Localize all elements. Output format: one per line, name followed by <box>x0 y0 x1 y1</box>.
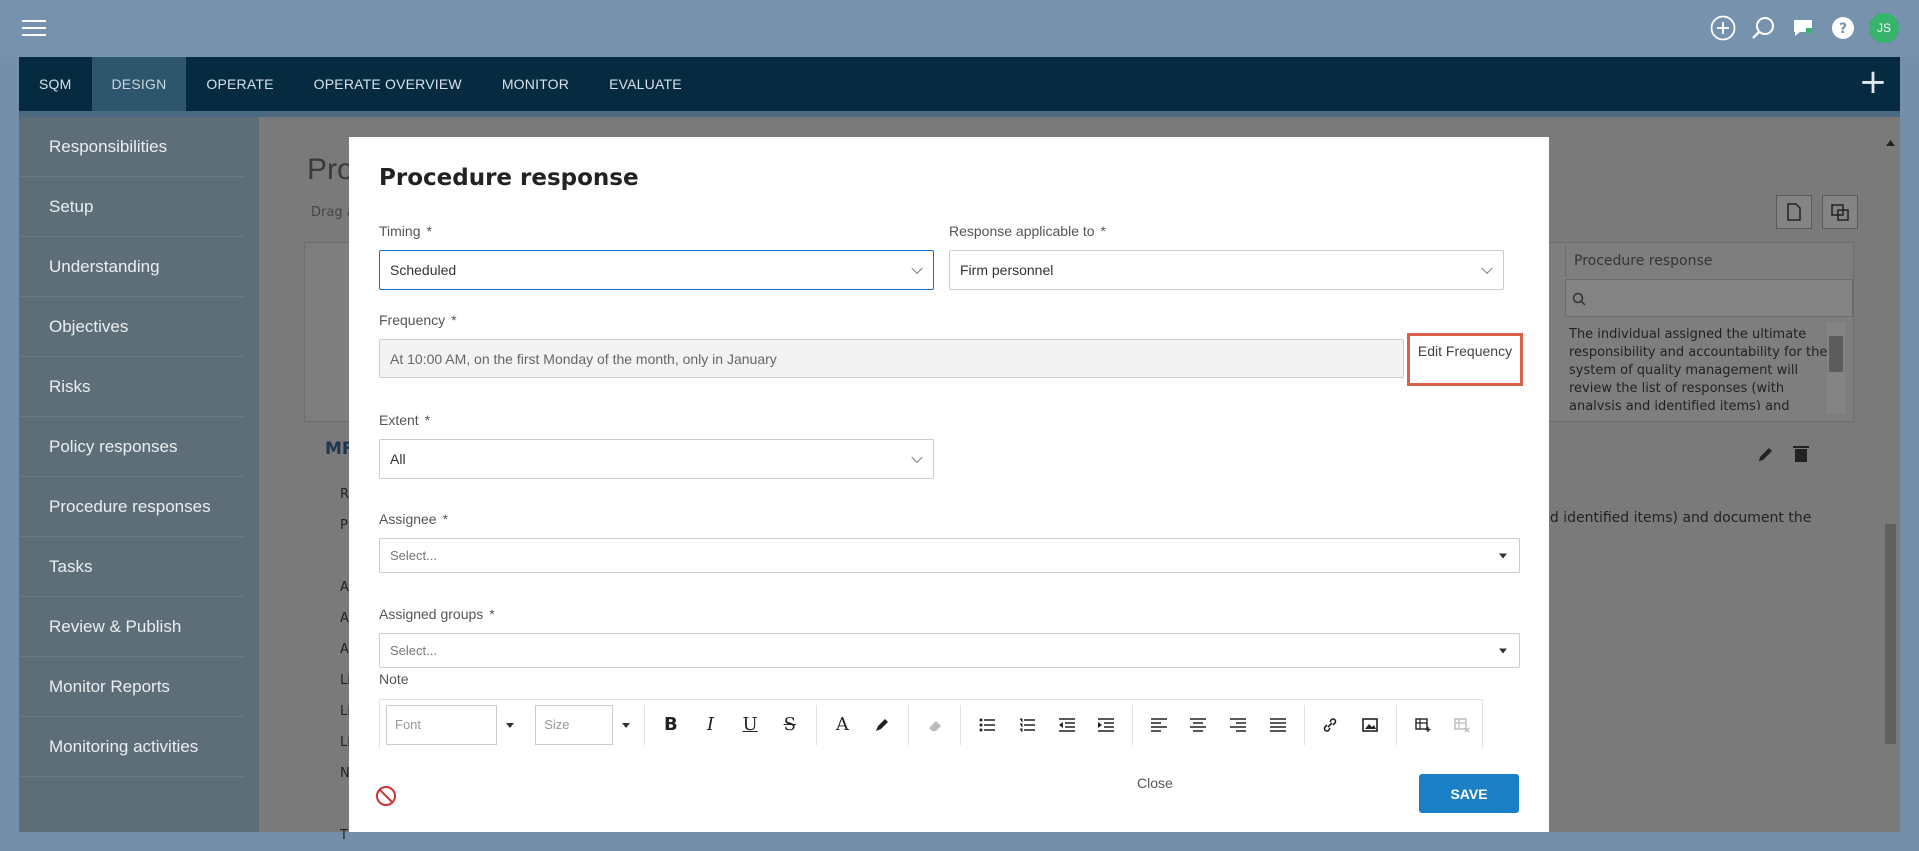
top-icons: ? JS <box>1709 13 1899 43</box>
row-text: nd identified items) and document the <box>1541 510 1812 526</box>
font-color-icon[interactable]: A <box>823 705 863 745</box>
page-scrollbar[interactable] <box>1881 134 1900 832</box>
align-justify-icon[interactable] <box>1258 705 1298 745</box>
extent-select[interactable]: All <box>379 439 934 479</box>
sidebar-item-understanding[interactable]: Understanding <box>19 237 244 297</box>
frequency-field: At 10:00 AM, on the first Monday of the … <box>379 339 1404 378</box>
delete-table-icon[interactable] <box>1442 705 1482 745</box>
font-select[interactable]: Font <box>386 704 497 745</box>
frequency-label: Frequency * <box>379 312 457 328</box>
bullet-list-icon[interactable] <box>967 705 1007 745</box>
filter-search-icon <box>1572 292 1586 306</box>
sidebar-item-responsibilities[interactable]: Responsibilities <box>19 117 244 177</box>
top-bar: ? JS <box>0 0 1919 57</box>
assignee-label: Assignee * <box>379 511 449 527</box>
sidebar-item-monitoring-activities[interactable]: Monitoring activities <box>19 717 244 777</box>
svg-text:?: ? <box>1839 21 1847 37</box>
timing-label: Timing * <box>379 223 432 239</box>
strikethrough-icon[interactable]: S <box>770 705 810 745</box>
sidebar: Responsibilities Setup Understanding Obj… <box>19 117 259 832</box>
search-icon[interactable] <box>1749 14 1777 42</box>
export-icon[interactable] <box>1776 195 1812 229</box>
chevron-down-icon <box>911 262 923 275</box>
delete-icon[interactable] <box>1793 445 1809 463</box>
sidebar-item-setup[interactable]: Setup <box>19 177 244 237</box>
close-button[interactable]: Close <box>1137 775 1173 791</box>
size-dropdown-icon[interactable] <box>613 705 638 745</box>
table-icon[interactable] <box>1403 705 1443 745</box>
help-icon[interactable]: ? <box>1829 14 1857 42</box>
row-actions <box>1757 445 1809 463</box>
tab-design[interactable]: DESIGN <box>91 57 187 111</box>
size-select[interactable]: Size <box>535 704 613 745</box>
image-icon[interactable] <box>1350 705 1390 745</box>
sidebar-item-policy-responses[interactable]: Policy responses <box>19 417 244 477</box>
caret-down-icon <box>1499 553 1507 558</box>
sidebar-item-review-publish[interactable]: Review & Publish <box>19 597 244 657</box>
procedure-response-dialog: Procedure response Timing * Scheduled Res… <box>349 137 1549 832</box>
main-nav: SQM DESIGN OPERATE OPERATE OVERVIEW MONI… <box>19 57 1900 111</box>
chat-icon[interactable] <box>1789 14 1817 42</box>
save-button[interactable]: SAVE <box>1419 774 1519 813</box>
sidebar-item-procedure-responses[interactable]: Procedure responses <box>19 477 244 537</box>
response-applicable-label: Response applicable to * <box>949 223 1106 239</box>
caret-down-icon <box>1499 648 1507 653</box>
tab-sqm[interactable]: SQM <box>19 57 92 111</box>
chevron-down-icon <box>1481 262 1493 275</box>
avatar[interactable]: JS <box>1869 13 1899 43</box>
assignee-select[interactable]: Select... <box>379 538 1520 573</box>
scroll-up-icon[interactable] <box>1886 140 1895 146</box>
response-applicable-select[interactable]: Firm personnel <box>949 250 1504 290</box>
align-right-icon[interactable] <box>1218 705 1258 745</box>
chevron-down-icon <box>911 451 923 464</box>
add-circle-icon[interactable] <box>1709 14 1737 42</box>
align-center-icon[interactable] <box>1179 705 1219 745</box>
plus-icon[interactable]: + <box>1856 65 1890 101</box>
sidebar-item-risks[interactable]: Risks <box>19 357 244 417</box>
edit-frequency-button[interactable]: Edit Frequency <box>1407 333 1523 386</box>
copy-icon[interactable] <box>1822 195 1858 229</box>
prohibited-icon[interactable] <box>375 785 397 811</box>
extent-label: Extent * <box>379 412 431 428</box>
align-left-icon[interactable] <box>1139 705 1179 745</box>
note-label: Note <box>379 671 409 687</box>
cell-scrollbar[interactable] <box>1827 322 1845 414</box>
tab-operate-overview[interactable]: OPERATE OVERVIEW <box>294 57 482 111</box>
note-editor-toolbar: Font Size B I U S A <box>379 699 1483 749</box>
dialog-title: Procedure response <box>379 165 639 191</box>
highlight-icon[interactable] <box>862 705 902 745</box>
column-filter[interactable] <box>1565 279 1853 317</box>
sidebar-item-monitor-reports[interactable]: Monitor Reports <box>19 657 244 717</box>
edit-icon[interactable] <box>1757 445 1775 463</box>
tab-evaluate[interactable]: EVALUATE <box>589 57 702 111</box>
tab-operate[interactable]: OPERATE <box>186 57 293 111</box>
tab-monitor[interactable]: MONITOR <box>482 57 589 111</box>
sidebar-item-tasks[interactable]: Tasks <box>19 537 244 597</box>
font-dropdown-icon[interactable] <box>497 705 522 745</box>
timing-select[interactable]: Scheduled <box>379 250 934 290</box>
cell-text: The individual assigned the ultimate res… <box>1569 327 1828 410</box>
export-buttons <box>1776 195 1858 229</box>
link-icon[interactable] <box>1310 705 1350 745</box>
assigned-groups-select[interactable]: Select... <box>379 633 1520 668</box>
assigned-groups-label: Assigned groups * <box>379 606 495 622</box>
bold-icon[interactable]: B <box>651 705 691 745</box>
sidebar-item-objectives[interactable]: Objectives <box>19 297 244 357</box>
underline-icon[interactable]: U <box>730 705 770 745</box>
menu-icon[interactable] <box>22 17 46 37</box>
page-title: Pro <box>307 153 354 186</box>
outdent-icon[interactable] <box>1047 705 1087 745</box>
italic-icon[interactable]: I <box>691 705 731 745</box>
column-header: Procedure response <box>1565 245 1853 277</box>
numbered-list-icon[interactable] <box>1007 705 1047 745</box>
eraser-icon[interactable] <box>915 705 955 745</box>
indent-icon[interactable] <box>1086 705 1126 745</box>
